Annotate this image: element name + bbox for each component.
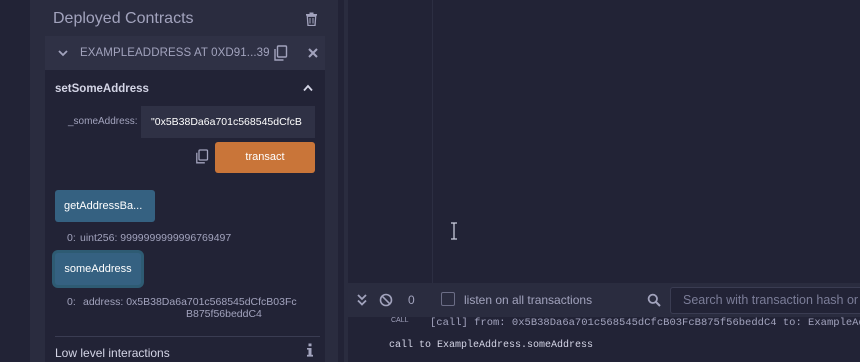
terminal-output: CALL [call] from: 0x5B38Da6a701c568545dC… [348, 317, 860, 362]
call-tag: CALL [391, 317, 409, 324]
chevron-up-icon[interactable] [302, 83, 314, 93]
get-address-balance-button[interactable]: getAddressBa... [55, 190, 155, 222]
text-cursor-icon [451, 222, 457, 240]
some-address-output-line2: B875f56beddC4 [186, 308, 262, 320]
double-chevron-down-icon[interactable] [356, 293, 368, 307]
trash-icon[interactable] [305, 12, 318, 26]
terminal-log-detail: call to ExampleAddress.someAddress [389, 340, 594, 351]
clear-console-icon[interactable] [379, 293, 393, 307]
contract-header[interactable]: EXAMPLEADDRESS AT 0XD91...39 [45, 36, 325, 70]
terminal-toolbar: 0 listen on all transactions Search with… [348, 283, 860, 317]
set-some-address-title: setSomeAddress [55, 83, 149, 95]
listen-all-label: listen on all transactions [464, 293, 593, 307]
deployed-contract-card: EXAMPLEADDRESS AT 0XD91...39 setSomeAddr… [45, 36, 325, 362]
some-address-button[interactable]: someAddress [55, 253, 141, 285]
pending-tx-count: 0 [408, 293, 415, 307]
copy-icon[interactable] [273, 45, 288, 61]
search-icon [647, 293, 661, 307]
some-address-param-label: _someAddress: [68, 116, 138, 127]
divider [55, 336, 320, 337]
copy-calldata-icon[interactable] [195, 149, 209, 164]
listen-all-checkbox[interactable] [441, 292, 455, 306]
terminal-log-line[interactable]: [call] from: 0x5B38Da6a701c568545dCfcB03… [430, 317, 860, 329]
terminal-search-input[interactable]: Search with transaction hash or address [670, 287, 860, 314]
deployed-contracts-title: Deployed Contracts [53, 10, 194, 27]
some-address-output-line1: address: 0x5B38Da6a701c568545dCfcB03Fc [83, 296, 297, 308]
get-balance-output-index: 0: [67, 232, 76, 244]
icon-panel-strip [0, 0, 30, 362]
editor-gutter [348, 0, 432, 283]
transact-button[interactable]: transact [215, 142, 315, 173]
remix-ide-window: Deployed Contracts EXAMPLEADDRESS AT 0XD… [0, 0, 860, 362]
get-balance-output-value: uint256: 9999999999996769497 [80, 232, 232, 244]
contract-name: EXAMPLEADDRESS AT 0XD91...39 [80, 47, 270, 59]
code-editor[interactable] [432, 0, 860, 283]
chevron-down-icon[interactable] [57, 47, 69, 59]
run-tx-plugin-panel: Deployed Contracts EXAMPLEADDRESS AT 0XD… [30, 0, 338, 362]
some-address-output-index: 0: [67, 296, 76, 308]
info-icon[interactable] [305, 343, 315, 357]
close-icon[interactable] [306, 46, 320, 60]
low-level-interactions-title: Low level interactions [55, 346, 170, 360]
some-address-input[interactable]: "0x5B38Da6a701c568545dCfcB [141, 106, 315, 138]
